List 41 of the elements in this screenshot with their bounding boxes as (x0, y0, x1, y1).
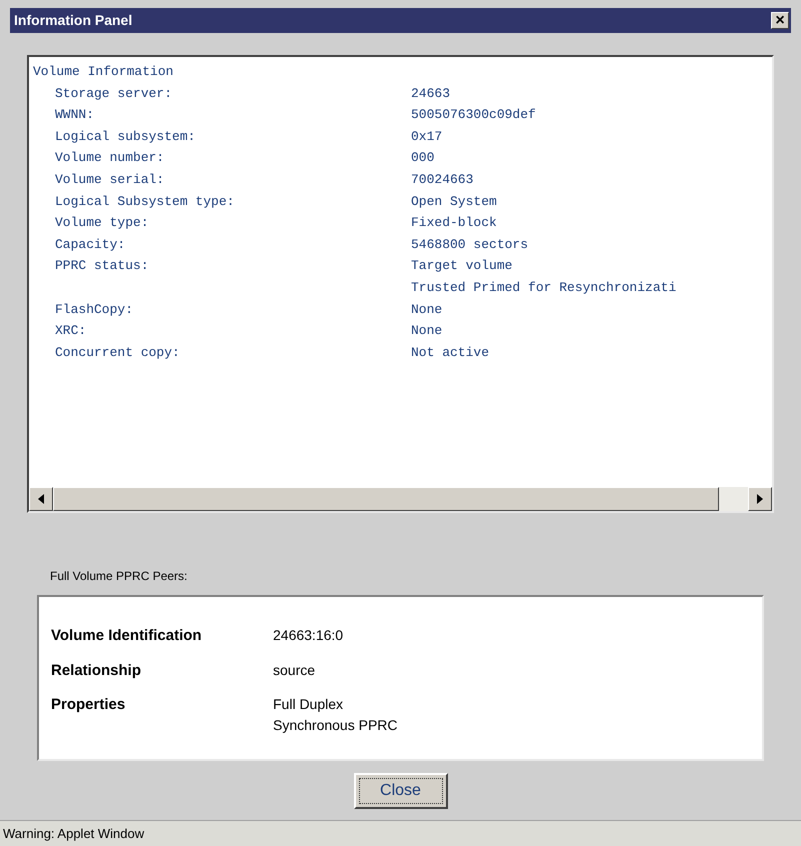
field-value: Open System (411, 192, 497, 211)
field-value: None (411, 322, 442, 340)
peer-label: Relationship (51, 660, 142, 680)
status-bar: Warning: Applet Window (0, 820, 801, 846)
field-label: Logical Subsystem type: (55, 192, 236, 211)
field-label: Volume number: (55, 149, 166, 168)
field-label: FlashCopy: (55, 300, 134, 319)
peer-value: Full Duplex (273, 695, 344, 714)
field-value: Trusted Primed for Resynchronizati (411, 278, 676, 297)
field-label: PPRC status: (55, 257, 150, 276)
field-value: 70024663 (411, 170, 474, 189)
peer-label: Volume Identification (51, 626, 202, 646)
field-label: Concurrent copy: (55, 344, 181, 362)
peer-value: Synchronous PPRC (273, 716, 398, 735)
field-label: Volume serial: (55, 170, 166, 189)
peer-label: Properties (51, 695, 126, 715)
peer-value: source (273, 660, 316, 680)
field-value: Fixed-block (411, 214, 497, 232)
field-value: 24663 (411, 84, 450, 103)
field-value: 5005076300c09def (411, 106, 536, 124)
window-title: Information Panel (14, 11, 132, 30)
field-value: 5468800 sectors (411, 236, 528, 254)
field-label: Storage server: (55, 84, 174, 103)
field-value: None (411, 300, 442, 319)
field-value: 000 (411, 149, 434, 168)
info-text-area[interactable] (27, 55, 774, 513)
field-value: 0x17 (411, 128, 442, 146)
peer-value: 24663:16:0 (273, 626, 344, 645)
field-label: XRC: (55, 322, 88, 340)
section-heading: Volume Information (33, 63, 174, 81)
field-value: Target volume (411, 257, 512, 276)
scroll-right-icon[interactable] (748, 487, 772, 511)
field-label: WWNN: (55, 106, 96, 124)
field-label: Logical subsystem: (55, 128, 196, 146)
close-button[interactable]: × (771, 12, 789, 29)
field-label: Capacity: (55, 236, 126, 254)
peers-label: Full Volume PPRC Peers: (50, 568, 188, 585)
close-button[interactable]: Close (354, 773, 448, 809)
field-label: Volume type: (55, 214, 150, 232)
scroll-left-icon[interactable] (29, 487, 53, 511)
field-value: Not active (411, 344, 490, 362)
